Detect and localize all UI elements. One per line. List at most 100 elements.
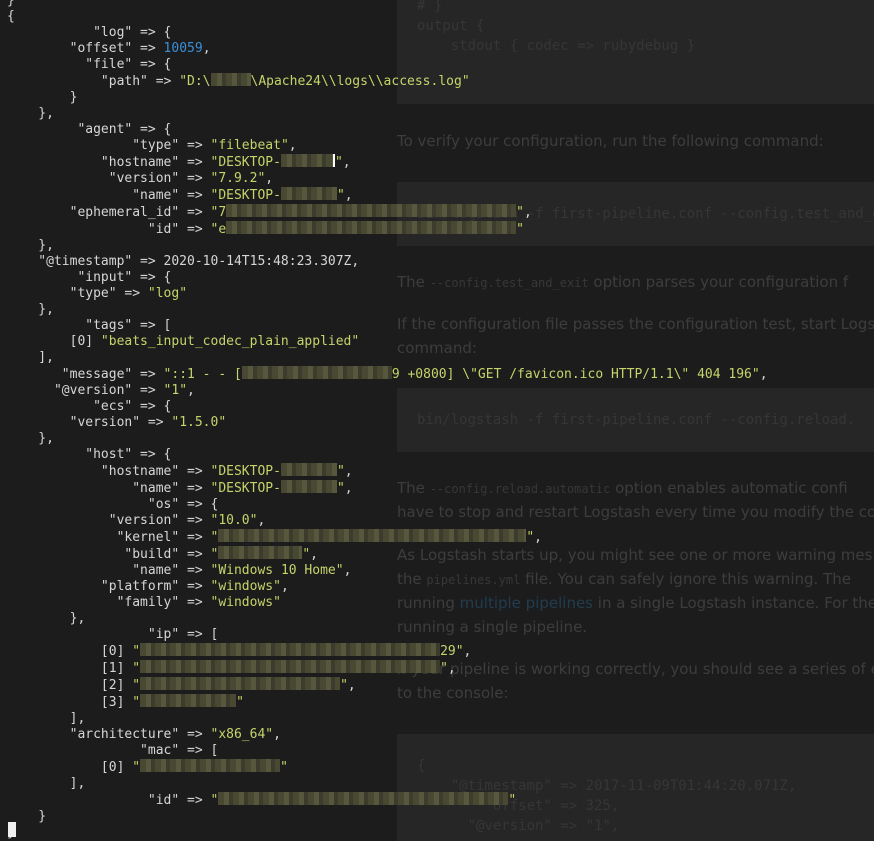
terminal-string-value: "x86_64" [210, 727, 274, 742]
terminal-text: "log" => { [7, 25, 172, 40]
terminal-line: "id" => " " [7, 792, 516, 808]
terminal-line: "log" => { [7, 25, 171, 40]
terminal-text: "mac" => [ [7, 743, 219, 758]
terminal-text: , [265, 171, 274, 186]
terminal-string-value: "DESKTOP- [210, 155, 281, 170]
terminal-window[interactable]: } { "log" => { "offset" => 10059, "file"… [0, 0, 874, 841]
terminal-text: [0] [7, 760, 133, 775]
terminal-string-value: 29" [440, 644, 464, 659]
terminal-text: "hostname" => [7, 464, 211, 479]
terminal-line: "host" => { [7, 447, 171, 462]
terminal-text: "host" => { [7, 447, 172, 462]
terminal-text: "ephemeral_id" => [7, 205, 211, 220]
terminal-text: [2] [7, 678, 133, 693]
terminal-line: }, [7, 238, 54, 253]
terminal-line: }, [7, 611, 86, 626]
terminal-text: } [7, 0, 15, 8]
terminal-string-value: "1.5.0" [171, 415, 227, 430]
terminal-text: "ip" => [ [7, 627, 219, 642]
terminal-string-value: "Windows 10 Home" [210, 563, 344, 578]
terminal-line: "ip" => [ [7, 627, 218, 642]
terminal-line: "kernel" => " ", [7, 529, 542, 545]
terminal-text: , [523, 205, 532, 220]
terminal-string-value: " [132, 644, 141, 659]
terminal-string-value: "7.9.2" [210, 171, 266, 186]
terminal-output: } { "log" => { "offset" => 10059, "file"… [7, 0, 768, 841]
terminal-string-value: " [132, 695, 141, 710]
terminal-line: "hostname" => "DESKTOP- ", [7, 463, 353, 479]
terminal-text: "version" => [7, 415, 172, 430]
terminal-string-value: "windows" [210, 595, 281, 610]
terminal-line: "input" => { [7, 270, 171, 285]
terminal-text: , [343, 563, 352, 578]
terminal-string-value: "DESKTOP- [210, 481, 281, 496]
terminal-text: [3] [7, 695, 133, 710]
terminal-string-value: " [336, 464, 345, 479]
terminal-line: "platform" => "windows", [7, 579, 289, 594]
terminal-line: "name" => "DESKTOP- ", [7, 187, 353, 203]
redacted-value [140, 660, 441, 673]
terminal-string-value: \Apache24\\logs\\access.log" [250, 74, 470, 89]
terminal-text: { [7, 9, 15, 24]
terminal-text: , [344, 188, 353, 203]
terminal-text: "version" => [7, 171, 211, 186]
terminal-line: "message" => "::1 - - [9 +0800] \"GET /f… [7, 366, 768, 382]
terminal-string-value: " [336, 481, 345, 496]
terminal-text: , [534, 530, 542, 545]
terminal-text: , [288, 138, 297, 153]
terminal-text: "name" => [7, 563, 211, 578]
terminal-text: ], [7, 350, 54, 365]
terminal-text: "message" => [7, 367, 164, 382]
terminal-string-value: " [526, 530, 535, 545]
terminal-text: , [759, 367, 768, 382]
terminal-line: "build" => " ", [7, 546, 318, 562]
terminal-text: [1] [7, 661, 133, 676]
terminal-text: "path" => [7, 74, 180, 89]
terminal-text: , [347, 678, 356, 693]
redacted-value [280, 154, 333, 167]
terminal-line: "name" => "DESKTOP- ", [7, 480, 353, 496]
terminal-text: "id" => [7, 222, 211, 237]
terminal-string-value: " [236, 695, 244, 710]
terminal-text: "family" => [7, 595, 211, 610]
redacted-value [218, 792, 509, 805]
terminal-line: "ecs" => { [7, 399, 171, 414]
terminal-line: "ephemeral_id" => "7 ", [7, 204, 532, 220]
redacted-value [140, 643, 441, 656]
redacted-value [280, 480, 337, 493]
terminal-line: { [7, 9, 15, 24]
redacted-value [226, 221, 517, 234]
terminal-text: }, [7, 302, 54, 317]
terminal-string-value: "filebeat" [210, 138, 289, 153]
terminal-text: , [187, 383, 195, 398]
terminal-line: "id" => "e " [7, 221, 524, 237]
terminal-line: "type" => "log" [7, 286, 187, 301]
terminal-line: "agent" => { [7, 122, 171, 137]
terminal-string-value: " [440, 661, 448, 676]
terminal-text: ], [7, 776, 86, 791]
terminal-text: }, [7, 611, 86, 626]
terminal-text: , [463, 644, 472, 659]
terminal-string-value: "D:\ [179, 74, 211, 89]
terminal-line: "file" => { [7, 57, 171, 72]
terminal-text: "ecs" => { [7, 399, 172, 414]
terminal-string-value: " [210, 530, 219, 545]
terminal-line: "name" => "Windows 10 Home", [7, 563, 351, 578]
terminal-string-value: " [516, 222, 524, 237]
terminal-string-value: "10.0" [210, 513, 258, 528]
terminal-string-value: "::1 - - [ [163, 367, 242, 382]
terminal-text: ], [7, 711, 86, 726]
terminal-string-value: " [132, 678, 141, 693]
redacted-value [218, 546, 303, 559]
terminal-string-value: " [334, 155, 343, 170]
terminal-line: [3] " " [7, 694, 244, 710]
terminal-string-value: "beats_input_codec_plain_applied" [100, 334, 360, 349]
terminal-line: }, [7, 302, 54, 317]
terminal-line: "version" => "1.5.0" [7, 415, 227, 430]
redacted-value [226, 204, 517, 217]
redacted-value [140, 677, 341, 690]
terminal-line: "type" => "filebeat", [7, 138, 297, 153]
terminal-line: }, [7, 106, 54, 121]
terminal-line: [0] " 29", [7, 643, 472, 659]
terminal-line: } [7, 90, 78, 105]
